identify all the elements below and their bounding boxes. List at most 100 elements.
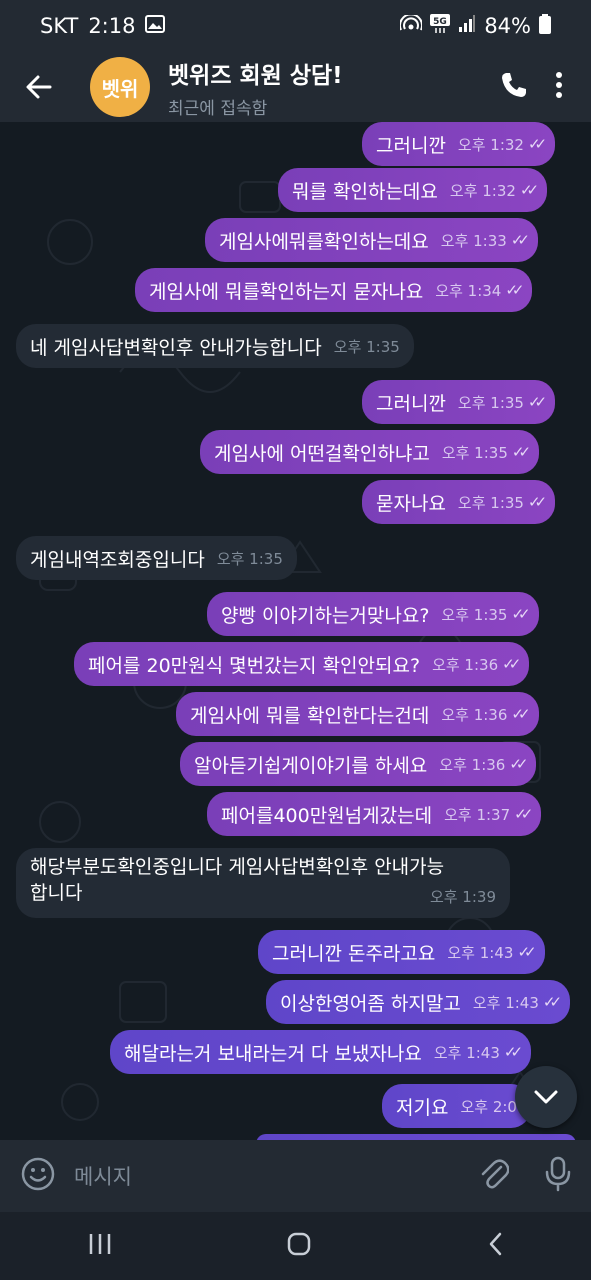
message-time: 오후 1:33 [440,231,507,250]
message-bubble[interactable]: 양빵 이야기하는거맞나요? 오후 1:35 ✓✓ [207,592,539,636]
message-bubble[interactable]: 페어를400만원넘게갔는데 오후 1:37 ✓✓ [207,792,542,836]
message-meta: 오후 1:36 ✓✓ [432,654,521,675]
message-bubble[interactable]: 그러니깐 돈주라고요 오후 1:43 ✓✓ [258,930,545,974]
message-text: 게임사에뭐를확인하는데요 [219,230,429,253]
message-bubble[interactable]: 게임내역조회중입니다 오후 1:35 [16,536,297,580]
message-time: 오후 1:37 [444,805,511,824]
message-bubble[interactable]: 묻자나요 오후 1:35 ✓✓ [362,480,556,524]
message-time: 오후 1:36 [432,655,499,674]
message-text: 게임사에 어떤걸확인하냐고 [214,442,430,465]
message-text: 게임사에 뭐를확인하는지 묻자나요 [149,280,424,303]
message-time: 오후 2:0 [460,1097,517,1116]
5g-icon: 5G [430,13,451,39]
chat-header: 벳위 벳위즈 회원 상담! 최근에 접속함 [0,52,591,122]
message-time: 오후 1:36 [441,705,508,724]
message-bubble[interactable]: 게임사에뭐를확인하는데요 오후 1:33 ✓✓ [205,218,538,262]
home-icon [288,1232,311,1256]
read-receipt-icon: ✓✓ [527,393,547,411]
message-meta: 오후 2:0 [460,1096,517,1117]
message-meta: 오후 1:43 ✓✓ [472,992,562,1013]
read-receipt-icon: ✓✓ [503,1043,523,1061]
message-bubble[interactable]: 게임사에 어떤걸확인하냐고 오후 1:35 ✓✓ [200,430,540,474]
message-meta: 오후 1:39 [430,886,496,907]
read-receipt-icon: ✓✓ [509,755,528,773]
message-time: 오후 1:39 [429,888,496,906]
emoji-button[interactable] [20,1156,56,1196]
attach-button[interactable] [479,1157,510,1195]
message-time: 오후 1:32 [457,135,524,154]
message-text: 그러니깐 돈주라고요 [272,942,436,965]
chat-title: 벳위즈 회원 상담! [168,62,343,89]
message-time: 오후 1:35 [441,605,508,624]
message-time: 오후 1:35 [333,337,400,356]
battery-icon [539,13,551,39]
message-text: 그러니깐 [376,134,446,157]
system-navigation-bar [0,1212,591,1280]
message-text: 페어를 20만원식 몇번갔는지 확인안되요? [88,654,421,677]
battery-percent: 84% [484,14,531,38]
message-bubble[interactable]: 그러니깐 오후 1:32 ✓✓ [362,122,556,166]
message-time: 오후 1:34 [435,281,502,300]
message-bubble[interactable]: 네 게임사답변확인후 안내가능합니다 오후 1:35 [16,324,414,368]
message-text: 저기요 [396,1096,449,1119]
message-meta: 오후 1:35 ✓✓ [441,442,531,463]
read-receipt-icon: ✓✓ [517,943,536,961]
message-bubble[interactable]: 이상한영어좀 하지말고 오후 1:43 ✓✓ [266,980,571,1024]
message-time: 오후 1:35 [457,393,524,412]
carrier-label: SKT [40,14,79,38]
message-text: 그러니깐 [376,392,446,415]
smiley-icon [21,1157,55,1191]
clock: 2:18 [88,14,136,38]
call-button[interactable] [499,70,529,104]
message-meta: 오후 1:32 ✓✓ [450,180,539,201]
phone-icon [502,73,526,97]
chat-title-block[interactable]: 벳위즈 회원 상담! 최근에 접속함 [168,56,343,119]
read-receipt-icon: ✓✓ [511,443,531,461]
back-button[interactable] [16,64,62,110]
read-receipt-icon: ✓✓ [514,805,533,823]
message-input[interactable]: 메시지 [74,1161,132,1191]
message-bubble[interactable]: 해당부분도확인중입니다 게임사답변확인후 안내가능 합니다 오후 1:39 [16,848,510,918]
message-meta: 오후 1:32 ✓✓ [457,134,547,155]
message-bubble[interactable]: 알아듣기쉽게이야기를 하세요 오후 1:36 ✓✓ [180,742,537,786]
chevron-left-icon [489,1232,502,1256]
read-receipt-icon: ✓✓ [542,993,562,1011]
more-options-button[interactable] [555,71,563,103]
home-button[interactable] [286,1231,312,1261]
message-text: 게임사에 뭐를 확인한다는건데 [190,704,430,727]
read-receipt-icon: ✓✓ [527,135,547,153]
message-meta: 오후 1:36 ✓✓ [441,704,530,725]
svg-text:5G: 5G [433,17,447,27]
message-text: 알아듣기쉽게이야기를 하세요 [194,754,428,777]
back-nav-button[interactable] [486,1231,504,1261]
paperclip-icon [481,1159,510,1189]
microphone-icon [545,1156,571,1192]
message-bubble[interactable]: 게임사에 뭐를확인하는지 묻자나요 오후 1:34 ✓✓ [135,268,533,312]
voice-record-button[interactable] [545,1156,571,1196]
message-bubble[interactable]: 게임사에 뭐를 확인한다는건데 오후 1:36 ✓✓ [176,692,539,736]
message-time: 오후 1:43 [472,993,539,1012]
read-receipt-icon: ✓✓ [519,181,539,199]
message-bubble[interactable]: 해달라는거 보내라는거 다 보냈자나요 오후 1:43 ✓✓ [110,1030,532,1074]
message-text: 뭐를 확인하는데요 [292,180,438,203]
status-bar: SKT 2:18 5G 84% [0,0,591,52]
message-bubble[interactable]: 그러니깐 오후 1:35 ✓✓ [362,380,556,424]
message-meta: 오후 1:37 ✓✓ [444,804,533,825]
message-text: 게임내역조회중입니다 [30,548,205,571]
message-time: 오후 1:35 [216,549,283,568]
message-text: 네 게임사답변확인후 안내가능합니다 [30,336,322,359]
message-text-line: 해당부분도확인중입니다 게임사답변확인후 안내가능 [30,856,445,878]
last-seen-status: 최근에 접속함 [168,98,268,119]
message-meta: 오후 1:35 [217,548,283,569]
message-bubble[interactable]: 페어를 20만원식 몇번갔는지 확인안되요? 오후 1:36 ✓✓ [74,642,530,686]
arrow-left-icon [26,75,52,99]
message-meta: 오후 1:43 ✓✓ [434,1042,523,1063]
scroll-to-bottom-button[interactable] [515,1066,577,1128]
message-bubble[interactable]: 저기요 오후 2:0 [382,1084,531,1128]
avatar[interactable]: 벳위 [90,57,150,117]
recent-apps-button[interactable] [87,1232,113,1260]
message-time: 오후 1:35 [441,443,508,462]
message-list[interactable]: 그러니깐 오후 1:32 ✓✓ 뭐를 확인하는데요 오후 1:32 ✓✓ 게임사에뭐… [0,122,591,1140]
message-text: 페어를400만원넘게갔는데 [221,804,433,827]
message-bubble[interactable]: 뭐를 확인하는데요 오후 1:32 ✓✓ [278,168,548,212]
